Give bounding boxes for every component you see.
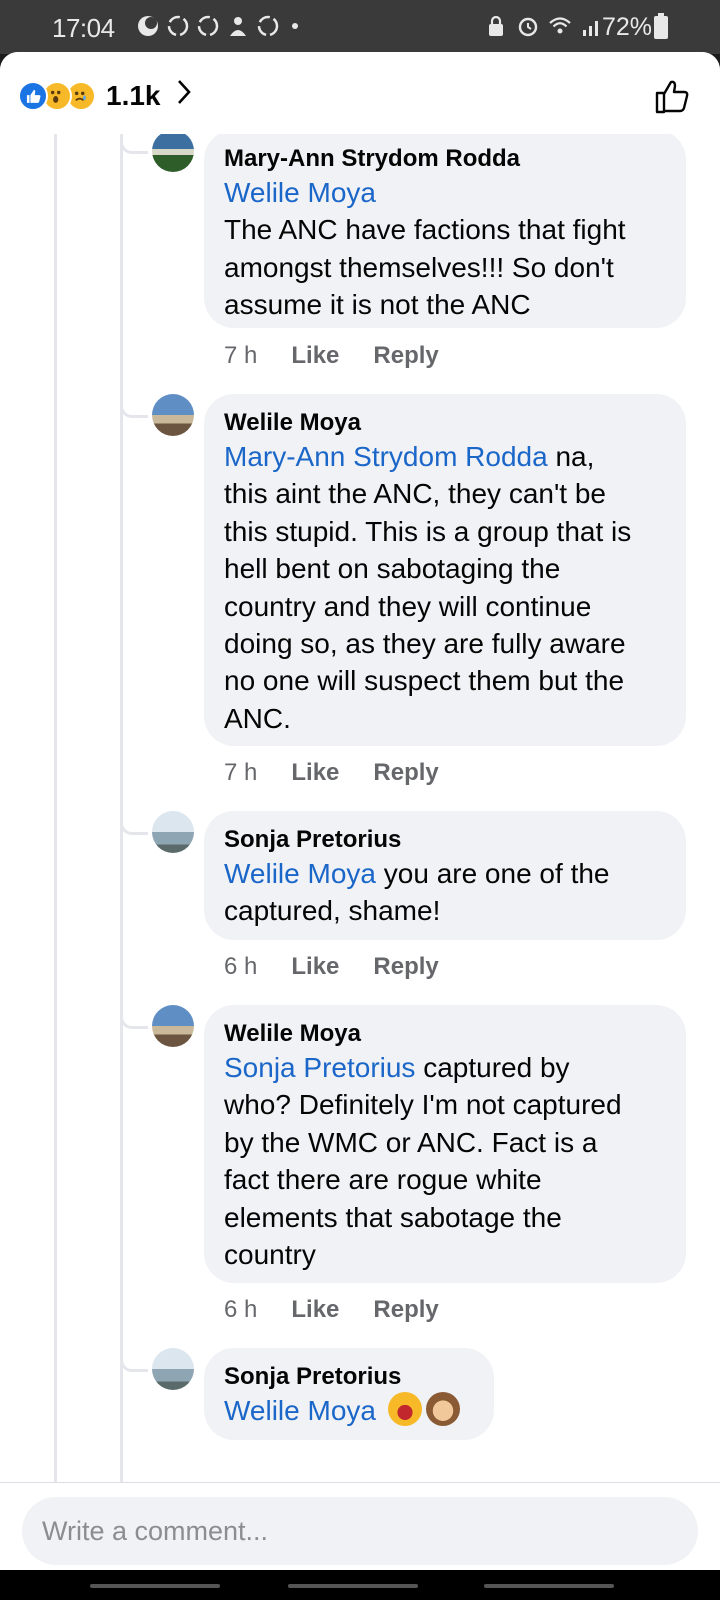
- mention-link[interactable]: Welile Moya: [224, 177, 376, 208]
- comment-author[interactable]: Welile Moya: [224, 1019, 666, 1049]
- nav-home[interactable]: [288, 1584, 418, 1588]
- like-button[interactable]: Like: [291, 1296, 339, 1324]
- comment-author[interactable]: Sonja Pretorius: [224, 825, 666, 855]
- comment-text: Welile Moya: [224, 1392, 474, 1429]
- thread-connector: [120, 821, 148, 835]
- comment-actions: 7 h Like Reply: [224, 759, 473, 787]
- status-time: 17:04: [52, 13, 115, 43]
- comment-time: 6 h: [224, 1296, 258, 1323]
- thread-connector: [120, 404, 148, 418]
- recycle-icon: [197, 15, 219, 37]
- comment-bubble: Sonja Pretorius Welile Moya: [204, 1348, 494, 1440]
- comment-time: 7 h: [224, 342, 258, 369]
- thread-connector: [120, 140, 148, 154]
- like-reaction-icon: [18, 81, 48, 111]
- comment-bubble: Mary-Ann Strydom Rodda Welile Moya The A…: [204, 130, 686, 328]
- reply-thread-line: [120, 134, 123, 1534]
- mention-link[interactable]: Sonja Pretorius: [224, 1052, 415, 1083]
- chevron-right-icon: [175, 78, 193, 114]
- comment-bubble: Sonja Pretorius Welile Moya you are one …: [204, 811, 686, 940]
- mention-link[interactable]: Welile Moya: [224, 858, 376, 889]
- wifi-icon: [549, 17, 571, 34]
- comments-sheet: 1.1k Mary-Ann Strydom Rodda Welile Moya …: [0, 52, 720, 1572]
- avatar[interactable]: [152, 130, 194, 172]
- avatar[interactable]: [152, 1348, 194, 1390]
- mention-link[interactable]: Mary-Ann Strydom Rodda: [224, 441, 548, 472]
- comment-actions: 6 h Like Reply: [224, 953, 473, 981]
- alarm-icon: [518, 17, 538, 37]
- comment-author[interactable]: Welile Moya: [224, 408, 666, 438]
- status-bar: 17:04 72%: [0, 0, 720, 54]
- like-button[interactable]: Like: [291, 342, 339, 370]
- reply-button[interactable]: Reply: [373, 342, 438, 370]
- battery-percentage: 72%: [602, 13, 653, 41]
- avatar[interactable]: [152, 1005, 194, 1047]
- avatar[interactable]: [152, 811, 194, 853]
- avatar[interactable]: [152, 394, 194, 436]
- like-button[interactable]: Like: [291, 953, 339, 981]
- mention-link[interactable]: Welile Moya: [224, 1395, 376, 1426]
- nav-back[interactable]: [484, 1584, 614, 1588]
- recycle-icon: [257, 15, 279, 37]
- thumbs-up-icon[interactable]: [652, 76, 692, 116]
- recycle-icon: [167, 15, 189, 37]
- system-icons: [484, 14, 604, 38]
- thread-connector: [120, 1015, 148, 1029]
- comment-bubble: Welile Moya Sonja Pretorius captured by …: [204, 1005, 686, 1283]
- laughing-emoji-icon: [387, 1392, 422, 1426]
- more-notifications-dot: [292, 23, 298, 29]
- comment-input[interactable]: [22, 1497, 698, 1565]
- comment-author[interactable]: Sonja Pretorius: [224, 1362, 474, 1392]
- person-icon: [230, 17, 246, 36]
- reply-button[interactable]: Reply: [373, 953, 438, 981]
- comment-text: Welile Moya you are one of the captured,…: [224, 858, 610, 927]
- reaction-count: 1.1k: [106, 80, 161, 111]
- system-nav-bar: [0, 1570, 720, 1600]
- moon-icon: [138, 16, 158, 36]
- notification-icons: [136, 14, 298, 38]
- see-no-evil-monkey-icon: [425, 1392, 460, 1426]
- comment-text: Sonja Pretorius captured by who? Definit…: [224, 1052, 622, 1271]
- comment-bubble: Welile Moya Mary-Ann Strydom Rodda na, t…: [204, 394, 686, 746]
- comment-actions: 6 h Like Reply: [224, 1296, 473, 1324]
- reactions-summary[interactable]: 1.1k: [18, 78, 193, 114]
- comment-text: Mary-Ann Strydom Rodda na, this aint the…: [224, 441, 632, 734]
- comment-text: Welile Moya The ANC have factions that f…: [224, 177, 626, 321]
- comment-actions: 7 h Like Reply: [224, 342, 473, 370]
- thread-connector: [120, 1358, 148, 1372]
- lock-icon: [489, 15, 503, 36]
- comment-author[interactable]: Mary-Ann Strydom Rodda: [224, 144, 666, 174]
- reply-button[interactable]: Reply: [373, 1296, 438, 1324]
- battery-icon: [654, 13, 668, 39]
- reply-button[interactable]: Reply: [373, 759, 438, 787]
- comment-time: 7 h: [224, 759, 258, 786]
- signal-icon: [583, 21, 598, 36]
- nav-recent-apps[interactable]: [90, 1584, 220, 1588]
- comment-composer: [0, 1482, 720, 1572]
- thread-line: [54, 134, 57, 1534]
- like-button[interactable]: Like: [291, 759, 339, 787]
- reactions-header: 1.1k: [0, 52, 720, 134]
- comment-time: 6 h: [224, 953, 258, 980]
